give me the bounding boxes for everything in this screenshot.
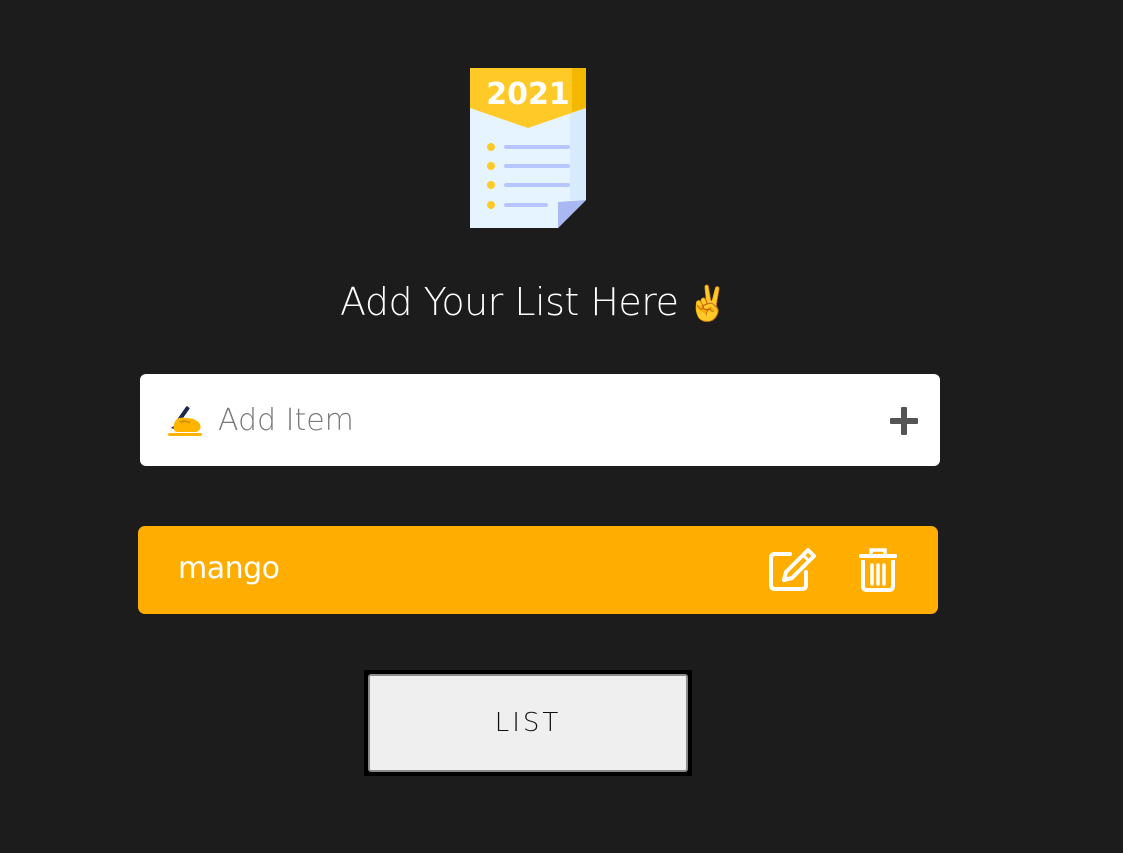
edit-icon[interactable] <box>768 548 816 592</box>
app-root: 2021 Add Your List Here✌️ mango <box>0 0 1123 853</box>
list-item: mango <box>138 526 938 614</box>
trash-icon[interactable] <box>858 548 898 592</box>
list-button[interactable]: LIST <box>368 674 688 772</box>
victory-hand-icon: ✌️ <box>686 284 729 324</box>
add-item-box <box>140 374 940 466</box>
notepad-logo: 2021 <box>470 68 586 228</box>
list-item-label: mango <box>178 551 280 586</box>
list-button-frame: LIST <box>364 670 692 776</box>
writing-hand-icon <box>168 406 202 436</box>
page-title: Add Your List Here ✌️ <box>340 280 729 324</box>
logo-year: 2021 <box>486 77 570 112</box>
plus-icon[interactable] <box>890 407 918 435</box>
page-title-text: Add Your List Here <box>340 280 679 324</box>
add-item-input[interactable] <box>218 396 858 444</box>
